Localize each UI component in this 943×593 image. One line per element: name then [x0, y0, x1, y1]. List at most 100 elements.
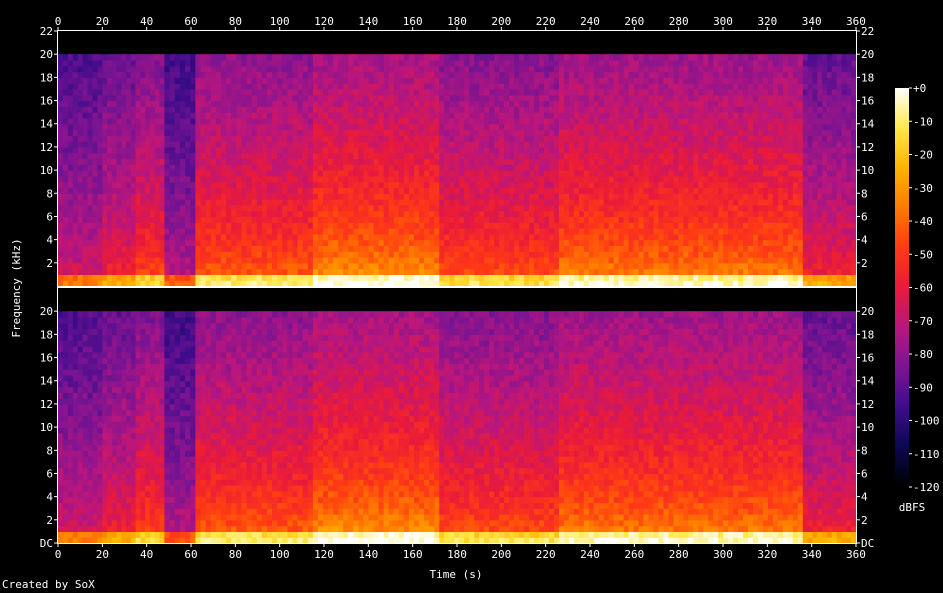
heatmap-cell	[603, 65, 610, 73]
heatmap-cell	[297, 100, 304, 107]
heatmap-cell	[544, 54, 550, 61]
heatmap-cell	[623, 262, 630, 270]
heatmap-cell	[668, 193, 675, 200]
heatmap-cell	[312, 170, 319, 177]
heatmap-cell	[514, 123, 520, 131]
heatmap-cell	[658, 251, 665, 258]
heatmap-cell	[548, 94, 555, 102]
heatmap-cell	[678, 106, 684, 113]
heatmap-cell	[623, 239, 630, 247]
heatmap-cell	[494, 71, 500, 78]
heatmap-cell	[464, 193, 470, 200]
heatmap-cell	[272, 164, 278, 171]
heatmap-cell	[474, 141, 480, 148]
heatmap-cell	[251, 181, 258, 189]
heatmap-cell	[62, 239, 69, 247]
heatmap-cell	[429, 71, 435, 78]
heatmap-cell	[573, 187, 580, 194]
heatmap-cell	[174, 181, 181, 189]
heatmap-cell	[307, 135, 314, 142]
heatmap-cell	[434, 199, 440, 206]
heatmap-cell	[135, 71, 141, 78]
heatmap-cell	[67, 245, 74, 252]
heatmap-cell	[573, 164, 580, 171]
heatmap-cell	[658, 280, 665, 287]
heatmap-cell	[164, 141, 171, 148]
heatmap-cell	[236, 268, 243, 276]
heatmap-cell	[179, 181, 186, 189]
heatmap-cell	[312, 239, 319, 247]
heatmap-cell	[408, 187, 415, 194]
heatmap-cell	[179, 239, 186, 247]
heatmap-cell	[499, 239, 505, 247]
heatmap-cell	[403, 280, 410, 287]
heatmap-cell	[608, 100, 615, 107]
heatmap-cell	[484, 71, 490, 78]
heatmap-cell	[358, 59, 365, 67]
heatmap-cell	[449, 175, 455, 183]
heatmap-cell	[215, 170, 222, 177]
heatmap-cell	[529, 94, 535, 102]
heatmap-cell	[469, 245, 475, 252]
heatmap-cell	[563, 199, 570, 206]
heatmap-cell	[312, 88, 319, 96]
heatmap-cell	[195, 106, 202, 113]
heatmap-cell	[548, 106, 555, 113]
heatmap-cell	[454, 175, 460, 183]
heatmap-cell	[568, 170, 575, 177]
heatmap-cell	[251, 146, 258, 154]
heatmap-cell	[116, 88, 122, 96]
heatmap-cell	[145, 181, 151, 189]
heatmap-cell	[58, 152, 64, 160]
heatmap-cell	[226, 222, 232, 229]
heatmap-cell	[277, 65, 283, 73]
heatmap-cell	[130, 216, 137, 223]
heatmap-cell	[378, 204, 385, 212]
heatmap-cell	[205, 222, 212, 229]
heatmap-cell	[474, 88, 480, 96]
heatmap-cell	[469, 268, 475, 276]
heatmap-cell	[444, 175, 450, 183]
heatmap-cell	[185, 280, 191, 287]
heatmap-cell	[190, 54, 197, 61]
heatmap-cell	[215, 274, 222, 281]
heatmap-cell	[126, 152, 132, 160]
heatmap-cell	[509, 100, 515, 107]
heatmap-cell	[130, 204, 137, 212]
heatmap-cell	[454, 222, 460, 229]
heatmap-cell	[484, 204, 490, 212]
heatmap-cell	[414, 83, 420, 90]
heatmap-cell	[116, 158, 122, 165]
heatmap-cell	[256, 164, 263, 171]
heatmap-cell	[116, 193, 122, 200]
heatmap-cell	[613, 112, 620, 119]
heatmap-cell	[195, 216, 202, 223]
heatmap-cell	[307, 239, 314, 247]
heatmap-cell	[408, 94, 415, 102]
heatmap-cell	[116, 135, 122, 142]
heatmap-cell	[459, 193, 465, 200]
heatmap-cell	[282, 181, 288, 189]
heatmap-cell	[266, 187, 273, 194]
heatmap-cell	[231, 100, 237, 107]
heatmap-cell	[348, 170, 354, 177]
heatmap-cell	[154, 170, 161, 177]
heatmap-cell	[358, 228, 365, 235]
heatmap-cell	[241, 228, 248, 235]
heatmap-cell	[82, 112, 89, 119]
heatmap-cell	[398, 59, 405, 67]
heatmap-cell	[464, 71, 470, 78]
heatmap-cell	[663, 117, 670, 125]
heatmap-cell	[241, 94, 248, 102]
heatmap-cell	[226, 158, 232, 165]
heatmap-cell	[210, 216, 217, 223]
heatmap-cell	[215, 280, 222, 287]
heatmap-cell	[373, 158, 380, 165]
heatmap-cell	[77, 187, 84, 194]
heatmap-cell	[231, 280, 237, 287]
heatmap-cell	[343, 71, 349, 78]
heatmap-cell	[251, 88, 258, 96]
heatmap-cell	[558, 274, 565, 281]
heatmap-cell	[643, 112, 650, 119]
heatmap-cell	[643, 117, 650, 125]
